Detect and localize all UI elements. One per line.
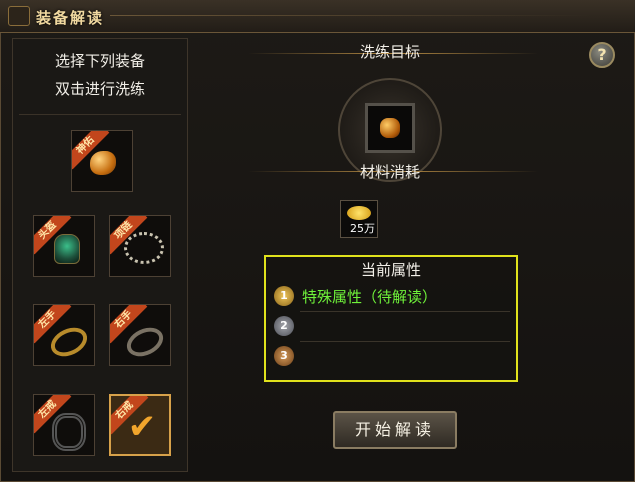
medal-3-icon: 3 [274, 346, 294, 366]
target-item-slot[interactable] [365, 103, 415, 153]
material-quantity: 25万 [350, 222, 375, 235]
panel-divider [19, 114, 181, 115]
material-slot[interactable]: 25万 [340, 200, 378, 238]
equip-slot-helmet[interactable]: 头盔 [33, 215, 95, 277]
checkmark-icon: ✔ [127, 407, 157, 447]
attributes-title: 当前属性 [360, 261, 421, 279]
helmet-icon [54, 234, 80, 264]
instruction-line-2: 双击进行洗练 [54, 80, 145, 98]
equipment-panel: 选择下列装备 双击进行洗练 神佑 头盔 项链 左手 右手 左戒 右戒 ✔ [12, 38, 188, 472]
attribute-divider [300, 341, 510, 342]
instruction-line-1: 选择下列装备 [54, 52, 145, 70]
help-icon[interactable]: ? [589, 42, 615, 68]
target-title: 洗练目标 [359, 43, 420, 61]
attribute-row: 1 特殊属性（待解读） [274, 283, 510, 313]
necklace-icon [124, 232, 164, 264]
title-ornament-icon [8, 6, 30, 26]
ring-icon [46, 322, 92, 362]
attributes-box: 当前属性 1 特殊属性（待解读） 2 3 [264, 255, 518, 382]
equip-slot-left-ring[interactable]: 左戒 [33, 394, 95, 456]
equip-slot-right-hand[interactable]: 右手 [109, 304, 171, 366]
start-decode-button[interactable]: 开始解读 [333, 411, 457, 449]
attribute-row: 3 [274, 343, 510, 373]
window-title: 装备解读 [36, 9, 105, 27]
target-item-icon [380, 118, 400, 138]
equip-slot-right-ring[interactable]: 右戒 ✔ [109, 394, 171, 456]
material-title: 材料消耗 [359, 163, 420, 181]
medal-1-icon: 1 [274, 286, 294, 306]
equip-slot-left-hand[interactable]: 左手 [33, 304, 95, 366]
attribute-row: 2 [274, 313, 510, 343]
title-bar: 装备解读 [0, 0, 635, 33]
gem-icon [90, 151, 116, 175]
ring-icon [122, 322, 168, 362]
gold-icon [347, 206, 371, 220]
equip-slot-blessing[interactable]: 神佑 [71, 130, 133, 192]
attribute-text: 特殊属性（待解读） [302, 288, 438, 306]
refine-panel: 洗练目标 材料消耗 25万 当前属性 1 特殊属性（待解读） 2 3 开始解读 [188, 38, 623, 470]
medal-2-icon: 2 [274, 316, 294, 336]
instruction-text: 选择下列装备 双击进行洗练 [13, 47, 187, 103]
title-divider [110, 15, 590, 16]
attribute-divider [300, 311, 510, 312]
bracelet-icon [52, 413, 86, 451]
equip-slot-necklace[interactable]: 项链 [109, 215, 171, 277]
